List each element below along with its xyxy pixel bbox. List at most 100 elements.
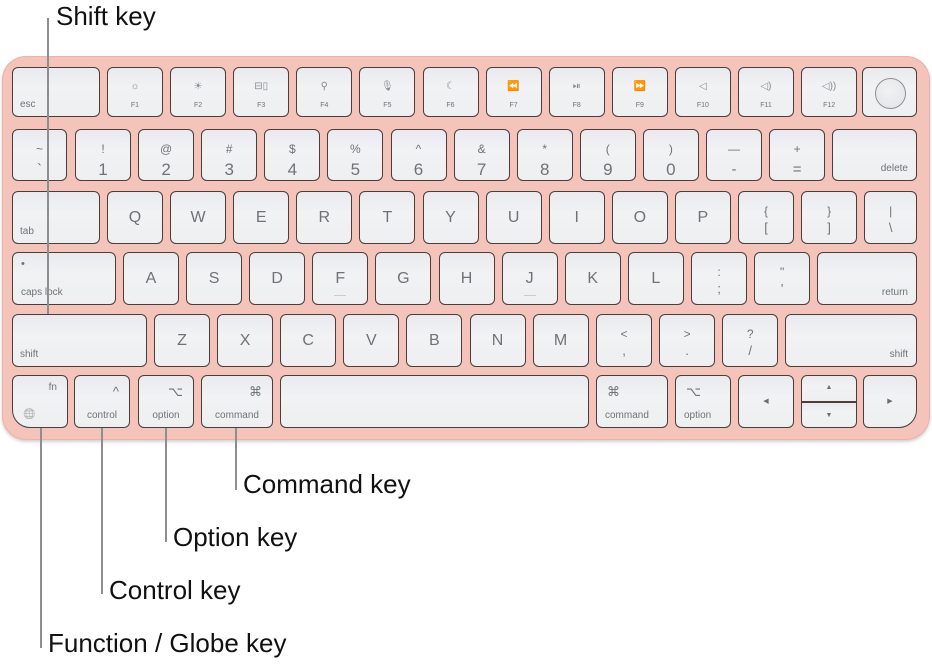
number-row-key[interactable]: ! 1 xyxy=(75,129,131,181)
f10-key[interactable]: ◁ F10 xyxy=(674,67,731,117)
f7-key[interactable]: ⏪ F7 xyxy=(485,67,542,117)
fn-globe-key[interactable]: fn 🌐 xyxy=(12,375,68,428)
right-arrow-icon: ▶ xyxy=(887,398,893,405)
f2-label: F2 xyxy=(194,102,203,109)
key-shift-legend: < xyxy=(620,327,628,341)
symbol-key[interactable]: <, xyxy=(596,314,652,367)
esc-key[interactable]: esc xyxy=(12,67,100,117)
key-legend: P xyxy=(697,209,709,226)
number-row-key[interactable]: @2 xyxy=(138,129,195,181)
letter-key-k[interactable]: K xyxy=(564,252,621,305)
left-control-key[interactable]: ^ control xyxy=(74,375,130,428)
symbol-key[interactable]: ? / xyxy=(722,314,779,367)
f2-key[interactable]: ☀ F2 xyxy=(170,67,227,117)
f3-key[interactable]: ⊟▯ F3 xyxy=(233,67,290,117)
letter-key-w[interactable]: W xyxy=(170,191,227,244)
f6-key[interactable]: ☾ F6 xyxy=(422,67,479,117)
down-arrow-icon: ▼ xyxy=(825,412,833,419)
letter-key-v[interactable]: V xyxy=(343,314,400,367)
key-shift-legend: $ xyxy=(288,142,296,156)
letter-key-e[interactable]: E xyxy=(233,191,290,244)
left-option-key[interactable]: ⌥ option xyxy=(138,375,194,428)
symbol-key[interactable]: | \ xyxy=(864,191,918,244)
f9-key[interactable]: ⏩ F9 xyxy=(611,67,668,117)
letter-key-g[interactable]: G xyxy=(375,252,432,305)
down-arrow-key[interactable]: ▼ xyxy=(801,402,857,428)
letter-key-j[interactable]: J xyxy=(501,252,558,305)
key-legend: \ xyxy=(888,220,893,235)
touch-id-key[interactable] xyxy=(862,67,917,117)
left-shift-label: shift xyxy=(20,349,39,360)
letter-key-r[interactable]: R xyxy=(296,191,353,244)
key-shift-legend: } xyxy=(827,204,832,218)
number-row-key[interactable]: $4 xyxy=(264,129,321,181)
letter-key-p[interactable]: P xyxy=(674,191,731,244)
key-legend: N xyxy=(491,332,504,349)
control-key-callout: Control key xyxy=(109,575,241,605)
key-legend: 0 xyxy=(666,160,676,179)
letter-key-s[interactable]: S xyxy=(186,252,243,305)
mission-control-icon: ⊟▯ xyxy=(254,81,269,92)
letter-key-h[interactable]: H xyxy=(438,252,495,305)
up-arrow-key[interactable]: ▲ xyxy=(801,375,857,402)
number-row-key[interactable]: (9 xyxy=(579,129,636,181)
number-row-key[interactable]: #3 xyxy=(201,129,258,181)
f8-key[interactable]: ⏯ F8 xyxy=(548,67,605,117)
command-icon: ⌘ xyxy=(249,384,262,399)
letter-key-m[interactable]: M xyxy=(532,314,589,367)
volume-down-icon: ◁) xyxy=(760,81,772,92)
delete-key[interactable]: delete xyxy=(832,129,917,181)
key-shift-legend: > xyxy=(683,327,691,341)
key-legend: ; xyxy=(717,281,721,296)
letter-key-f[interactable]: F xyxy=(312,252,369,305)
key-legend: T xyxy=(382,209,393,226)
command-label: command xyxy=(215,410,259,421)
letter-key-y[interactable]: Y xyxy=(422,191,479,244)
number-row-key[interactable]: — - xyxy=(706,129,762,181)
number-row-key[interactable]: * 8 xyxy=(516,129,573,181)
letter-key-n[interactable]: N xyxy=(469,314,526,367)
f1-key[interactable]: ☼ F1 xyxy=(107,67,163,117)
number-row-key[interactable]: & 7 xyxy=(453,129,510,181)
letter-key-x[interactable]: X xyxy=(217,314,274,367)
number-row-key[interactable]: ~ ` xyxy=(12,129,67,181)
letter-key-i[interactable]: I xyxy=(548,191,605,244)
right-option-key[interactable]: ⌥ option xyxy=(675,375,731,428)
letter-key-u[interactable]: U xyxy=(485,191,542,244)
f12-key[interactable]: ◁)) F12 xyxy=(801,67,858,117)
right-shift-key[interactable]: shift xyxy=(785,314,917,367)
right-command-key[interactable]: ⌘ command xyxy=(596,375,668,428)
shift-key-callout: Shift key xyxy=(56,1,156,31)
letter-key-q[interactable]: Q xyxy=(107,191,163,244)
f5-key[interactable]: 🎙 F5 xyxy=(359,67,416,117)
symbol-key[interactable]: {[ xyxy=(738,191,794,244)
number-row-key[interactable]: ) 0 xyxy=(642,129,699,181)
caps-lock-key[interactable]: • caps lock xyxy=(12,252,116,305)
number-row-key[interactable]: ^ 6 xyxy=(390,129,447,181)
symbol-key[interactable]: " ' xyxy=(754,252,811,305)
letter-key-z[interactable]: Z xyxy=(154,314,210,367)
key-legend: G xyxy=(397,270,410,287)
space-bar[interactable] xyxy=(280,375,589,428)
key-legend: X xyxy=(239,332,251,349)
symbol-key[interactable]: :; xyxy=(691,252,747,305)
symbol-key[interactable]: }] xyxy=(801,191,858,244)
tab-key[interactable]: tab xyxy=(12,191,100,244)
letter-key-a[interactable]: A xyxy=(123,252,179,305)
left-arrow-key[interactable]: ◀ xyxy=(738,375,794,428)
letter-key-d[interactable]: D xyxy=(249,252,306,305)
left-command-key[interactable]: ⌘ command xyxy=(201,375,273,428)
f11-key[interactable]: ◁) F11 xyxy=(738,67,794,117)
letter-key-c[interactable]: C xyxy=(280,314,337,367)
letter-key-b[interactable]: B xyxy=(406,314,463,367)
letter-key-l[interactable]: L xyxy=(627,252,684,305)
letter-key-o[interactable]: O xyxy=(611,191,668,244)
left-shift-key[interactable]: shift xyxy=(12,314,147,367)
symbol-key[interactable]: >. xyxy=(659,314,716,367)
right-arrow-key[interactable]: ▶ xyxy=(863,375,917,428)
number-row-key[interactable]: % 5 xyxy=(327,129,384,181)
number-row-key[interactable]: + = xyxy=(769,129,826,181)
return-key[interactable]: return xyxy=(817,252,917,305)
letter-key-t[interactable]: T xyxy=(359,191,416,244)
f4-key[interactable]: ⚲ F4 xyxy=(296,67,353,117)
